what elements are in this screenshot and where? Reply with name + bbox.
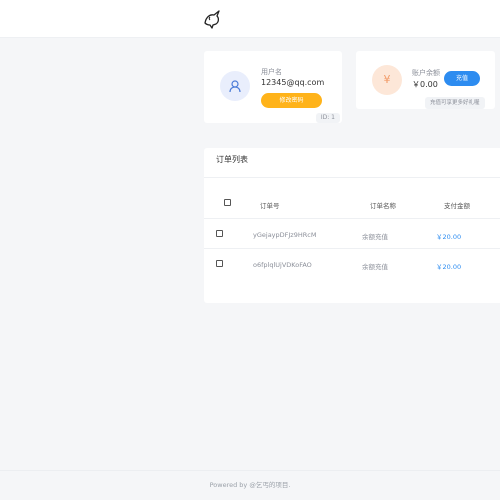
balance-amount: ￥0.00 [412, 80, 438, 89]
row-divider [204, 248, 500, 249]
order-amount: ￥20.00 [436, 233, 462, 241]
select-all-checkbox[interactable] [224, 199, 231, 206]
row-checkbox[interactable] [216, 230, 223, 237]
order-number: o6fplqlUjVDKoFAO [253, 261, 312, 269]
column-header-order-no: 订单号 [260, 202, 280, 210]
order-amount: ￥20.00 [436, 263, 462, 271]
user-info-card: 用户名 12345@qq.com 修改密码 ID: 1 [204, 51, 342, 123]
top-navbar [0, 0, 500, 38]
user-id-badge: ID: 1 [315, 113, 340, 123]
user-email: 12345@qq.com [261, 78, 325, 87]
column-header-order-name: 订单名称 [370, 202, 396, 210]
title-divider [204, 177, 500, 178]
footer-text: Powered by @乞丐的项目. [209, 481, 291, 489]
column-header-amount: 支付金额 [444, 202, 470, 210]
order-name: 余额充值 [362, 233, 388, 241]
recharge-tip: 充值可享更多好礼喔 [425, 97, 485, 109]
order-number: yGejaypDFJz9HRcM [253, 231, 317, 239]
order-list-card: 订单列表 订单号 订单名称 支付金额 yGejaypDFJz9HRcM 余额充值… [204, 148, 500, 303]
order-name: 余额充值 [362, 263, 388, 271]
change-password-button[interactable]: 修改密码 [261, 93, 322, 108]
avatar [220, 71, 250, 101]
order-list-title: 订单列表 [216, 155, 248, 164]
balance-label: 账户余额 [412, 69, 440, 77]
unicorn-icon[interactable] [201, 8, 223, 30]
recharge-button[interactable]: 充值 [444, 71, 480, 86]
username-label: 用户名 [261, 68, 282, 76]
yen-icon: ¥ [372, 65, 402, 95]
row-checkbox[interactable] [216, 260, 223, 267]
header-divider [204, 218, 500, 219]
